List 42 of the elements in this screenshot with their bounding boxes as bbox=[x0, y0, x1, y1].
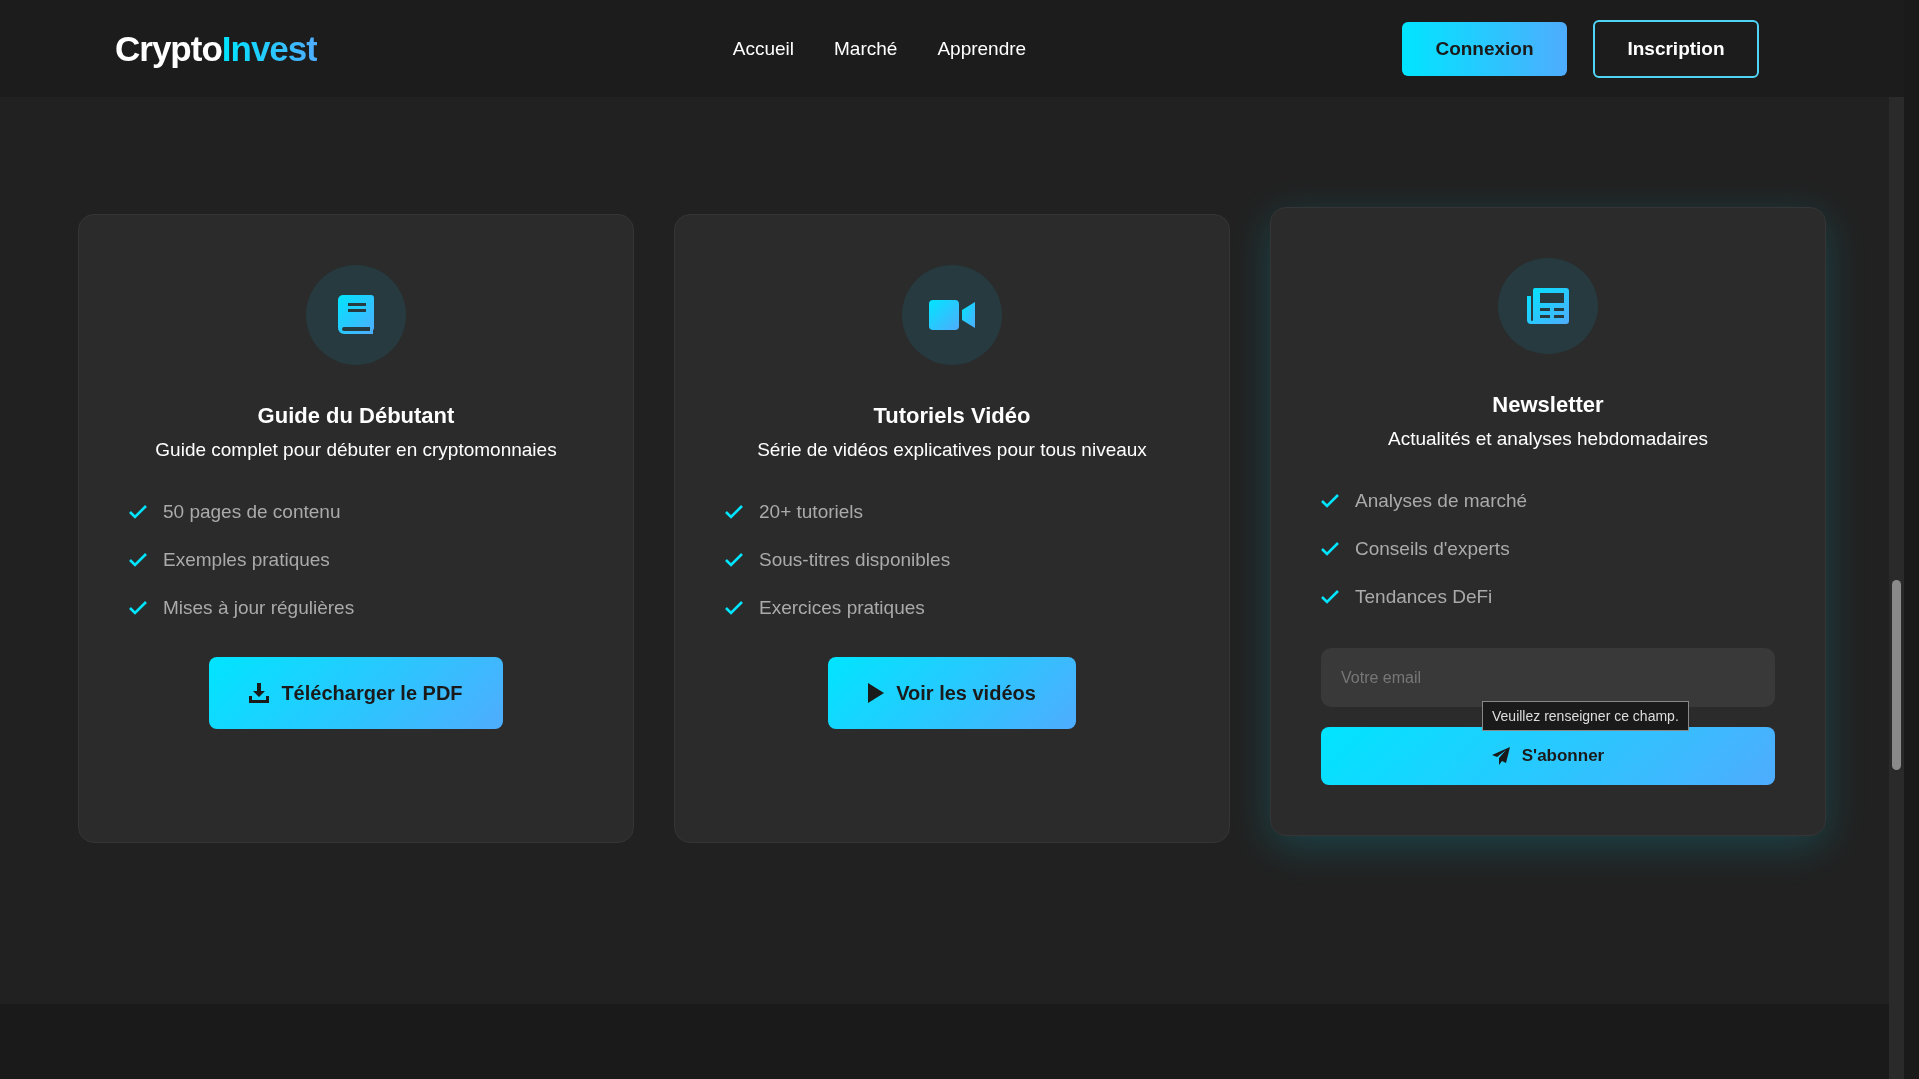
card-subtitle: Actualités et analyses hebdomadaires bbox=[1388, 428, 1708, 451]
logo[interactable]: CryptoInvest bbox=[115, 28, 317, 69]
download-button[interactable]: Télécharger le PDF bbox=[209, 657, 503, 729]
check-icon bbox=[1321, 542, 1339, 557]
feature-text: Exemples pratiques bbox=[163, 549, 330, 571]
feature-text: Tendances DeFi bbox=[1355, 586, 1493, 609]
login-button[interactable]: Connexion bbox=[1402, 21, 1567, 76]
feature-text: 50 pages de contenu bbox=[163, 501, 341, 523]
paper-plane-icon bbox=[1491, 747, 1510, 766]
feature-text: Mises à jour régulières bbox=[163, 597, 355, 619]
newspaper-icon bbox=[1527, 288, 1569, 325]
check-icon bbox=[129, 505, 147, 519]
subscribe-button[interactable]: S'abonner bbox=[1321, 727, 1775, 785]
nav-link[interactable]: Apprendre bbox=[937, 37, 1027, 60]
check-icon bbox=[129, 553, 147, 567]
feature-text: 20+ tutoriels bbox=[759, 501, 864, 523]
feature-text: Conseils d'experts bbox=[1355, 538, 1510, 561]
book-icon bbox=[338, 295, 374, 335]
check-icon bbox=[725, 505, 743, 519]
play-icon bbox=[868, 683, 885, 703]
download-icon bbox=[249, 683, 270, 703]
card-subtitle: Guide complet pour débuter en cryptomonnaies bbox=[155, 439, 557, 461]
check-icon bbox=[129, 601, 147, 615]
nav-link[interactable]: Accueil bbox=[732, 37, 795, 60]
check-icon bbox=[1321, 590, 1339, 605]
card-title: Guide du Débutant bbox=[257, 403, 455, 429]
video-camera-icon bbox=[929, 299, 975, 331]
feature-text: Exercices pratiques bbox=[759, 597, 925, 619]
card-title: Newsletter bbox=[1492, 392, 1604, 419]
video-button[interactable]: Voir les vidéos bbox=[828, 657, 1076, 729]
check-icon bbox=[725, 553, 743, 567]
card-title: Tutoriels Vidéo bbox=[873, 403, 1031, 429]
feature-text: Sous-titres disponibles bbox=[759, 549, 951, 571]
card-subtitle: Série de vidéos explicatives pour tous niveaux bbox=[757, 439, 1147, 461]
signup-button[interactable]: Inscription bbox=[1593, 19, 1759, 78]
nav-link[interactable]: Marché bbox=[834, 37, 898, 60]
check-icon bbox=[1321, 494, 1339, 509]
scrollbar-thumb[interactable] bbox=[1892, 580, 1901, 770]
email-field[interactable]: Votre email bbox=[1321, 648, 1775, 708]
validation-tooltip: Veuillez renseigner ce champ. bbox=[1482, 701, 1689, 732]
feature-text: Analyses de marché bbox=[1355, 490, 1528, 513]
check-icon bbox=[725, 601, 743, 615]
